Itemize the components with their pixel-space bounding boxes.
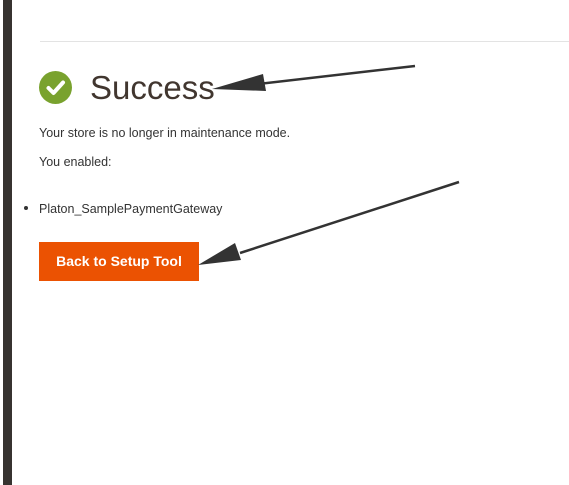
checkmark-circle-icon xyxy=(39,71,72,104)
list-item: Platon_SamplePaymentGateway xyxy=(24,201,222,217)
left-sidebar-edge xyxy=(3,0,12,485)
arrow-to-button xyxy=(198,180,460,265)
enabled-label: You enabled: xyxy=(39,155,112,169)
page-title: Success xyxy=(90,69,215,106)
divider xyxy=(40,41,569,42)
back-to-setup-tool-button[interactable]: Back to Setup Tool xyxy=(39,242,199,281)
bullet-icon xyxy=(24,206,28,210)
maintenance-message: Your store is no longer in maintenance m… xyxy=(39,126,291,140)
module-name: Platon_SamplePaymentGateway xyxy=(39,202,223,216)
enabled-module-list: Platon_SamplePaymentGateway xyxy=(24,201,222,217)
arrow-to-title xyxy=(212,64,416,91)
setup-success-page: Success Your store is no longer in maint… xyxy=(0,0,569,485)
